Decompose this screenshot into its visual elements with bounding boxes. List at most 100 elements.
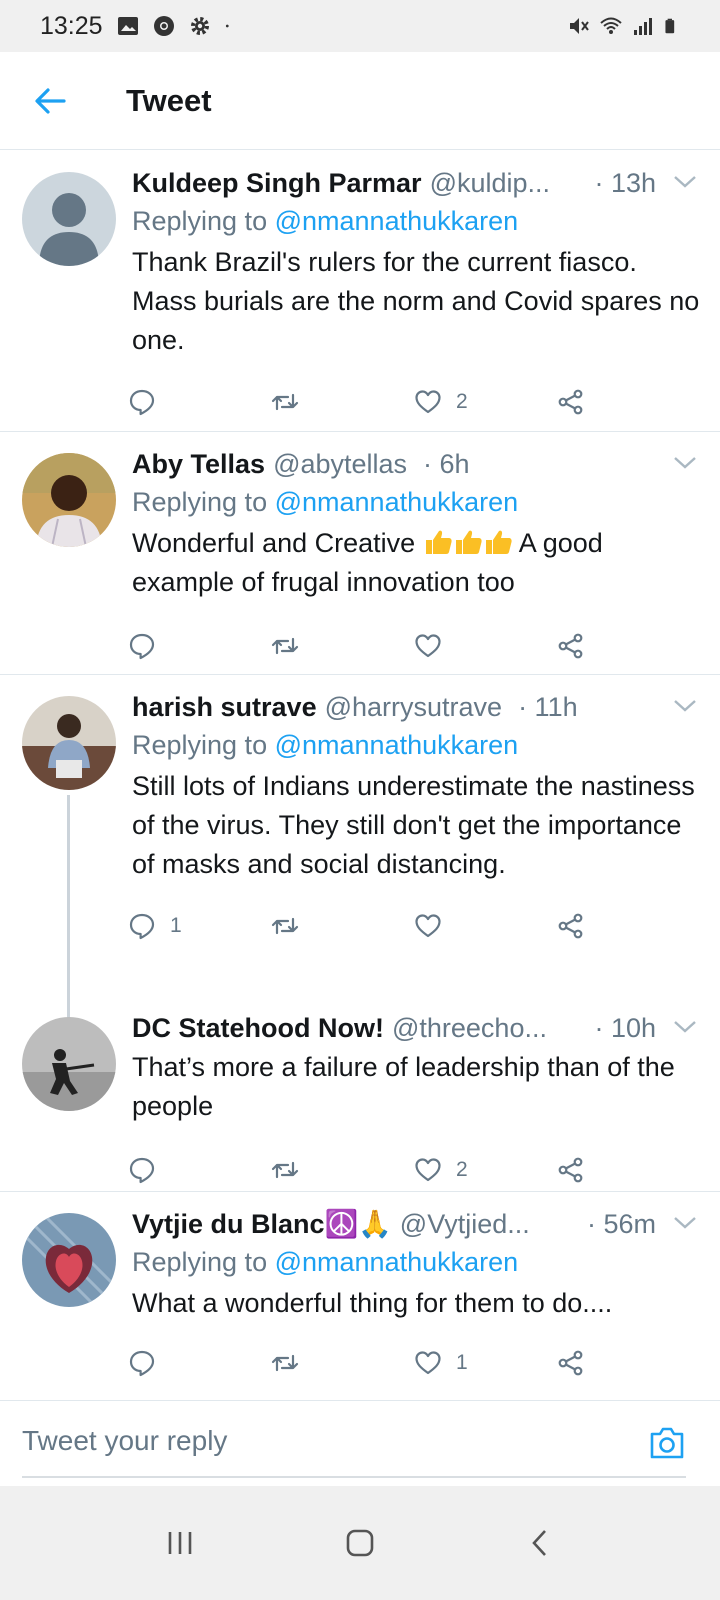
retweet-button[interactable] — [271, 632, 414, 660]
tweet-item[interactable]: DC Statehood Now! @threecho... · 10h Tha… — [0, 996, 720, 1192]
like-button[interactable]: 2 — [414, 388, 557, 416]
like-button[interactable]: 1 — [414, 1349, 557, 1377]
chevron-down-icon[interactable] — [672, 173, 698, 191]
tweet-time: · 6h — [423, 449, 470, 479]
share-icon — [558, 1157, 583, 1183]
replying-to: Replying to @nmannathukkaren — [132, 482, 700, 522]
chevron-down-icon[interactable] — [672, 697, 698, 715]
share-icon — [558, 633, 583, 659]
tweet-text: Wonderful and Creative A good example of… — [132, 524, 700, 602]
chevron-down-icon[interactable] — [672, 1018, 698, 1036]
heart-icon — [415, 634, 441, 658]
author-handle[interactable]: @harrysutrave — [325, 689, 502, 725]
home-icon — [346, 1529, 374, 1557]
retweet-button[interactable] — [271, 912, 414, 940]
heart-icon — [415, 1351, 441, 1375]
default-avatar-icon — [22, 172, 116, 266]
replying-to-label: Replying to — [132, 487, 268, 517]
reply-icon — [129, 633, 155, 660]
replying-to-label: Replying to — [132, 206, 268, 236]
mute-icon — [570, 18, 589, 34]
notification-dot-icon — [225, 24, 229, 28]
retweet-button[interactable] — [271, 1156, 414, 1184]
recent-apps-button[interactable] — [150, 1513, 210, 1573]
share-icon — [558, 389, 583, 415]
camera-icon[interactable] — [648, 1425, 686, 1461]
reply-input[interactable] — [22, 1425, 602, 1457]
tweet-time: · 13h — [594, 168, 656, 198]
user-photo-icon — [22, 696, 116, 790]
home-button[interactable] — [330, 1513, 390, 1573]
retweet-icon — [271, 1354, 299, 1372]
avatar[interactable] — [22, 453, 116, 547]
author-handle[interactable]: @abytellas — [273, 446, 407, 482]
recent-apps-icon — [168, 1532, 192, 1554]
system-back-button[interactable] — [510, 1513, 570, 1573]
reply-button[interactable]: 1 — [128, 912, 271, 940]
mention-link[interactable]: @nmannathukkaren — [275, 730, 519, 760]
reply-icon — [129, 389, 155, 416]
author-handle[interactable]: @threecho... — [392, 1010, 547, 1046]
tweet-time: · 56m — [586, 1209, 656, 1239]
tweet-actions — [128, 608, 700, 684]
reply-icon — [129, 1157, 155, 1184]
avatar[interactable] — [22, 1017, 116, 1111]
gallery-icon — [117, 17, 138, 35]
tweet-text: That’s more a failure of leadership than… — [132, 1052, 675, 1121]
avatar[interactable] — [22, 172, 116, 266]
chevron-down-icon[interactable] — [672, 454, 698, 472]
tweet-text-start: Wonderful and Creative — [132, 528, 416, 558]
reply-count: 1 — [170, 914, 182, 937]
mention-link[interactable]: @nmannathukkaren — [275, 206, 519, 236]
like-button[interactable] — [414, 912, 557, 940]
like-button[interactable]: 2 — [414, 1156, 557, 1184]
retweet-button[interactable] — [271, 1349, 414, 1377]
author-name[interactable]: harish sutrave — [132, 689, 317, 725]
back-button[interactable] — [22, 73, 78, 129]
share-button[interactable] — [557, 388, 700, 416]
author-name[interactable]: Kuldeep Singh Parmar — [132, 165, 422, 201]
author-name[interactable]: DC Statehood Now! — [132, 1010, 384, 1046]
tweet-text: Thank Brazil's rulers for the current fi… — [132, 247, 700, 355]
tweet-time: · 10h — [594, 1013, 656, 1043]
tweet-time: · 11h — [518, 692, 578, 722]
heart-icon — [415, 1158, 441, 1182]
signal-icon — [634, 18, 652, 35]
back-arrow-icon — [35, 87, 66, 114]
replying-to: Replying to @nmannathukkaren — [132, 725, 700, 765]
reply-button[interactable] — [128, 1349, 271, 1377]
reply-button[interactable] — [128, 388, 271, 416]
mention-link[interactable]: @nmannathukkaren — [275, 487, 519, 517]
retweet-button[interactable] — [271, 388, 414, 416]
user-photo-icon — [22, 453, 116, 547]
tweet-text: What a wonderful thing for them to do...… — [132, 1288, 613, 1318]
thread-connector — [67, 795, 70, 1019]
chevron-left-icon — [532, 1530, 546, 1556]
like-button[interactable] — [414, 632, 557, 660]
replying-to-label: Replying to — [132, 1247, 268, 1277]
mention-link[interactable]: @nmannathukkaren — [275, 1247, 519, 1277]
chevron-down-icon[interactable] — [672, 1214, 698, 1232]
tweet-item[interactable]: Kuldeep Singh Parmar @kuldip... · 13h Re… — [0, 151, 720, 432]
reply-composer — [0, 1400, 720, 1486]
reply-button[interactable] — [128, 1156, 271, 1184]
tweet-item[interactable]: Aby Tellas @abytellas · 6h Replying to @… — [0, 432, 720, 675]
share-button[interactable] — [557, 1156, 700, 1184]
share-button[interactable] — [557, 1349, 700, 1377]
author-handle[interactable]: @kuldip... — [430, 165, 550, 201]
author-name[interactable]: Aby Tellas — [132, 446, 265, 482]
tweet-item[interactable]: Vytjie du Blanc☮️🙏 @Vytjied... · 56m Rep… — [0, 1192, 720, 1400]
avatar[interactable] — [22, 1213, 116, 1307]
author-handle[interactable]: @Vytjied... — [400, 1206, 530, 1242]
input-underline — [22, 1476, 686, 1478]
avatar[interactable] — [22, 696, 116, 790]
settings-gear-icon — [190, 17, 209, 35]
tweet-item[interactable]: harish sutrave @harrysutrave · 11h Reply… — [0, 675, 720, 1019]
retweet-icon — [271, 637, 299, 655]
tweet-actions: 2 — [128, 364, 700, 440]
reply-button[interactable] — [128, 632, 271, 660]
share-button[interactable] — [557, 632, 700, 660]
author-name[interactable]: Vytjie du Blanc☮️🙏 — [132, 1206, 392, 1242]
like-count: 2 — [456, 1158, 468, 1181]
share-button[interactable] — [557, 912, 700, 940]
